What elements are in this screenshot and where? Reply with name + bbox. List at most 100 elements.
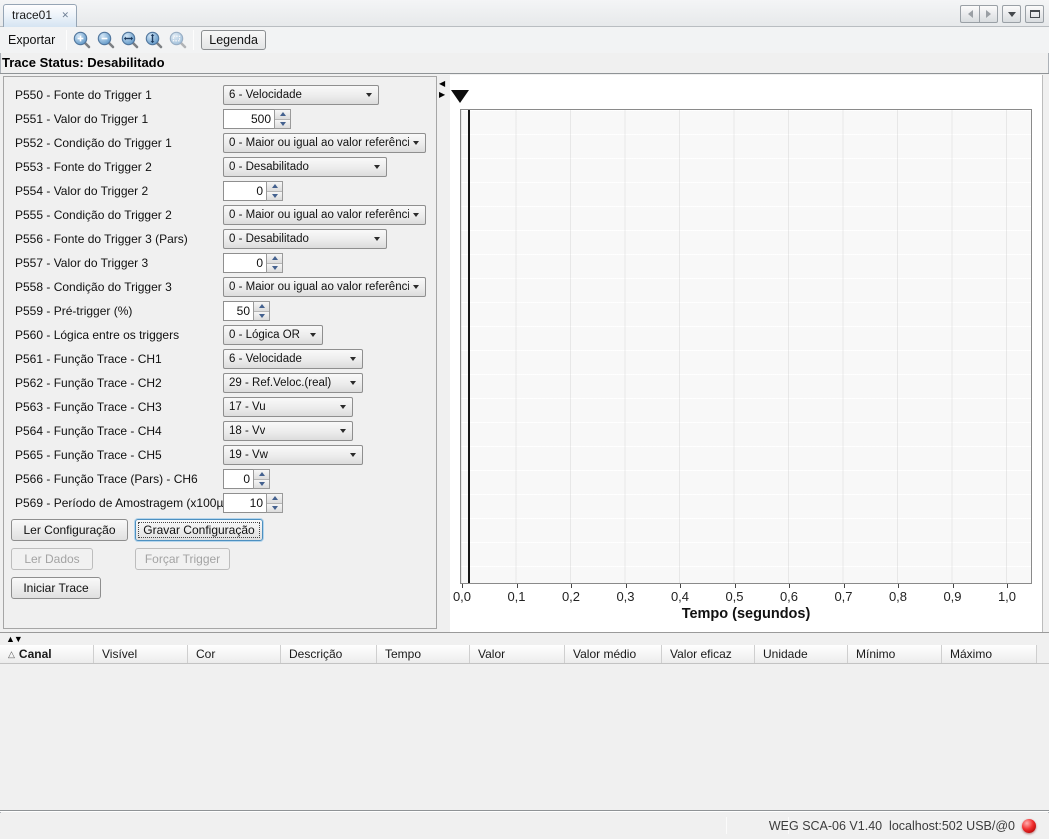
column-label: Valor eficaz — [670, 647, 732, 661]
scroll-right-button[interactable] — [979, 5, 998, 23]
trace-chart: 0,00,10,20,30,40,50,60,70,80,91,0 Tempo … — [450, 75, 1043, 632]
x-tick-label: 0,0 — [442, 589, 482, 604]
column-header-3[interactable]: Descrição — [281, 645, 377, 663]
zoom-horizontal-icon — [120, 30, 140, 50]
statusbar-separator — [726, 817, 727, 834]
panel-splitter[interactable]: ◀ ▶ — [438, 74, 449, 632]
x-tick-mark — [789, 584, 790, 588]
toolbar: Exportar — [0, 27, 1049, 53]
close-icon[interactable]: ✕ — [60, 10, 70, 21]
column-header-1[interactable]: Visível — [94, 645, 188, 663]
column-header-0[interactable]: △ Canal — [0, 645, 94, 663]
column-header-5[interactable]: Valor — [470, 645, 565, 663]
column-label: Visível — [102, 647, 137, 661]
app-window: trace01 ✕ Exportar — [0, 0, 1049, 839]
action-buttons: Ler Configuração Gravar Configuração Ler… — [4, 77, 436, 628]
exportar-menu[interactable]: Exportar — [0, 27, 63, 53]
x-tick-label: 0,9 — [933, 589, 973, 604]
x-tick-mark — [953, 584, 954, 588]
maximize-button[interactable] — [1025, 5, 1044, 23]
scroll-left-button[interactable] — [960, 5, 979, 23]
trigger-line — [468, 110, 470, 583]
chevron-left-icon — [968, 10, 973, 18]
zoom-vertical-button[interactable] — [142, 28, 166, 52]
gravar-configuracao-button[interactable]: Gravar Configuração — [135, 519, 263, 541]
main-area: P550 - Fonte do Trigger 16 - VelocidadeP… — [0, 73, 1049, 632]
column-header-2[interactable]: Cor — [188, 645, 281, 663]
column-header-9[interactable]: Mínimo — [848, 645, 942, 663]
zoom-in-icon — [72, 30, 92, 50]
table-collapse-handle[interactable]: ▲▼ — [6, 633, 22, 645]
zoom-vertical-icon — [144, 30, 164, 50]
column-label: Cor — [196, 647, 215, 661]
x-tick-mark — [462, 584, 463, 588]
x-tick-label: 0,4 — [660, 589, 700, 604]
sort-ascending-icon: △ — [8, 649, 15, 660]
chevron-down-icon — [1008, 12, 1016, 17]
toolbar-separator — [66, 30, 67, 50]
x-tick-label: 0,3 — [606, 589, 646, 604]
tab-bar: trace01 ✕ — [0, 0, 1049, 27]
divider — [0, 810, 1049, 812]
x-tick-label: 0,1 — [497, 589, 537, 604]
ler-configuracao-button[interactable]: Ler Configuração — [11, 519, 128, 541]
trigger-config-panel: P550 - Fonte do Trigger 16 - VelocidadeP… — [3, 76, 437, 629]
zoom-out-icon — [96, 30, 116, 50]
x-tick-label: 0,2 — [551, 589, 591, 604]
x-tick-label: 1,0 — [987, 589, 1027, 604]
column-label: Mínimo — [856, 647, 895, 661]
column-header-10[interactable]: Máximo — [942, 645, 1037, 663]
tab-list-button[interactable] — [1002, 5, 1021, 23]
x-tick-mark — [844, 584, 845, 588]
x-tick-mark — [571, 584, 572, 588]
plot-area[interactable] — [460, 109, 1032, 584]
connection-status-text: WEG SCA-06 V1.40 localhost:502 USB/@0 — [769, 819, 1015, 833]
maximize-icon — [1030, 10, 1040, 18]
x-tick-label: 0,7 — [824, 589, 864, 604]
column-label: Tempo — [385, 647, 421, 661]
forcar-trigger-button[interactable]: Forçar Trigger — [135, 548, 230, 570]
iniciar-trace-button[interactable]: Iniciar Trace — [11, 577, 101, 599]
tab-label: trace01 — [12, 8, 60, 22]
zoom-in-button[interactable] — [70, 28, 94, 52]
connection-led-icon — [1022, 819, 1036, 833]
x-axis-title: Tempo (segundos) — [460, 606, 1032, 622]
x-tick-mark — [735, 584, 736, 588]
column-header-4[interactable]: Tempo — [377, 645, 470, 663]
zoom-region-button[interactable] — [166, 28, 190, 52]
column-header-7[interactable]: Valor eficaz — [662, 645, 755, 663]
tab-trace01[interactable]: trace01 ✕ — [3, 4, 77, 27]
channel-table-body — [0, 664, 1049, 810]
status-bar: WEG SCA-06 V1.40 localhost:502 USB/@0 — [0, 813, 1049, 839]
zoom-horizontal-button[interactable] — [118, 28, 142, 52]
x-tick-mark — [898, 584, 899, 588]
channel-table-header: △ Canal Visível Cor Descrição Tempo Valor Valor… — [0, 645, 1049, 664]
column-label: Valor — [478, 647, 505, 661]
tab-nav-buttons — [960, 5, 1044, 23]
column-label: Máximo — [950, 647, 992, 661]
zoom-out-button[interactable] — [94, 28, 118, 52]
column-label: Unidade — [763, 647, 808, 661]
column-header-8[interactable]: Unidade — [755, 645, 848, 663]
column-header-6[interactable]: Valor médio — [565, 645, 662, 663]
panel-collapse-handle[interactable]: ◀ ▶ — [439, 78, 445, 100]
toolbar-separator — [193, 30, 194, 50]
column-label: Descrição — [289, 647, 342, 661]
x-tick-label: 0,5 — [715, 589, 755, 604]
zoom-region-icon — [168, 30, 188, 50]
legenda-button[interactable]: Legenda — [201, 30, 266, 50]
chevron-left-icon: ◀ — [439, 78, 445, 89]
column-label: Canal — [19, 647, 52, 661]
ler-dados-button[interactable]: Ler Dados — [11, 548, 93, 570]
trigger-position-icon[interactable] — [451, 90, 469, 103]
x-tick-label: 0,8 — [878, 589, 918, 604]
x-tick-mark — [1007, 584, 1008, 588]
trace-status-label: Trace Status: Desabilitado — [2, 55, 165, 70]
x-tick-mark — [680, 584, 681, 588]
column-label: Valor médio — [573, 647, 636, 661]
table-splitter[interactable]: ▲▼ — [0, 632, 1049, 645]
chevron-right-icon — [986, 10, 991, 18]
x-tick-mark — [517, 584, 518, 588]
x-tick-mark — [626, 584, 627, 588]
x-tick-label: 0,6 — [769, 589, 809, 604]
